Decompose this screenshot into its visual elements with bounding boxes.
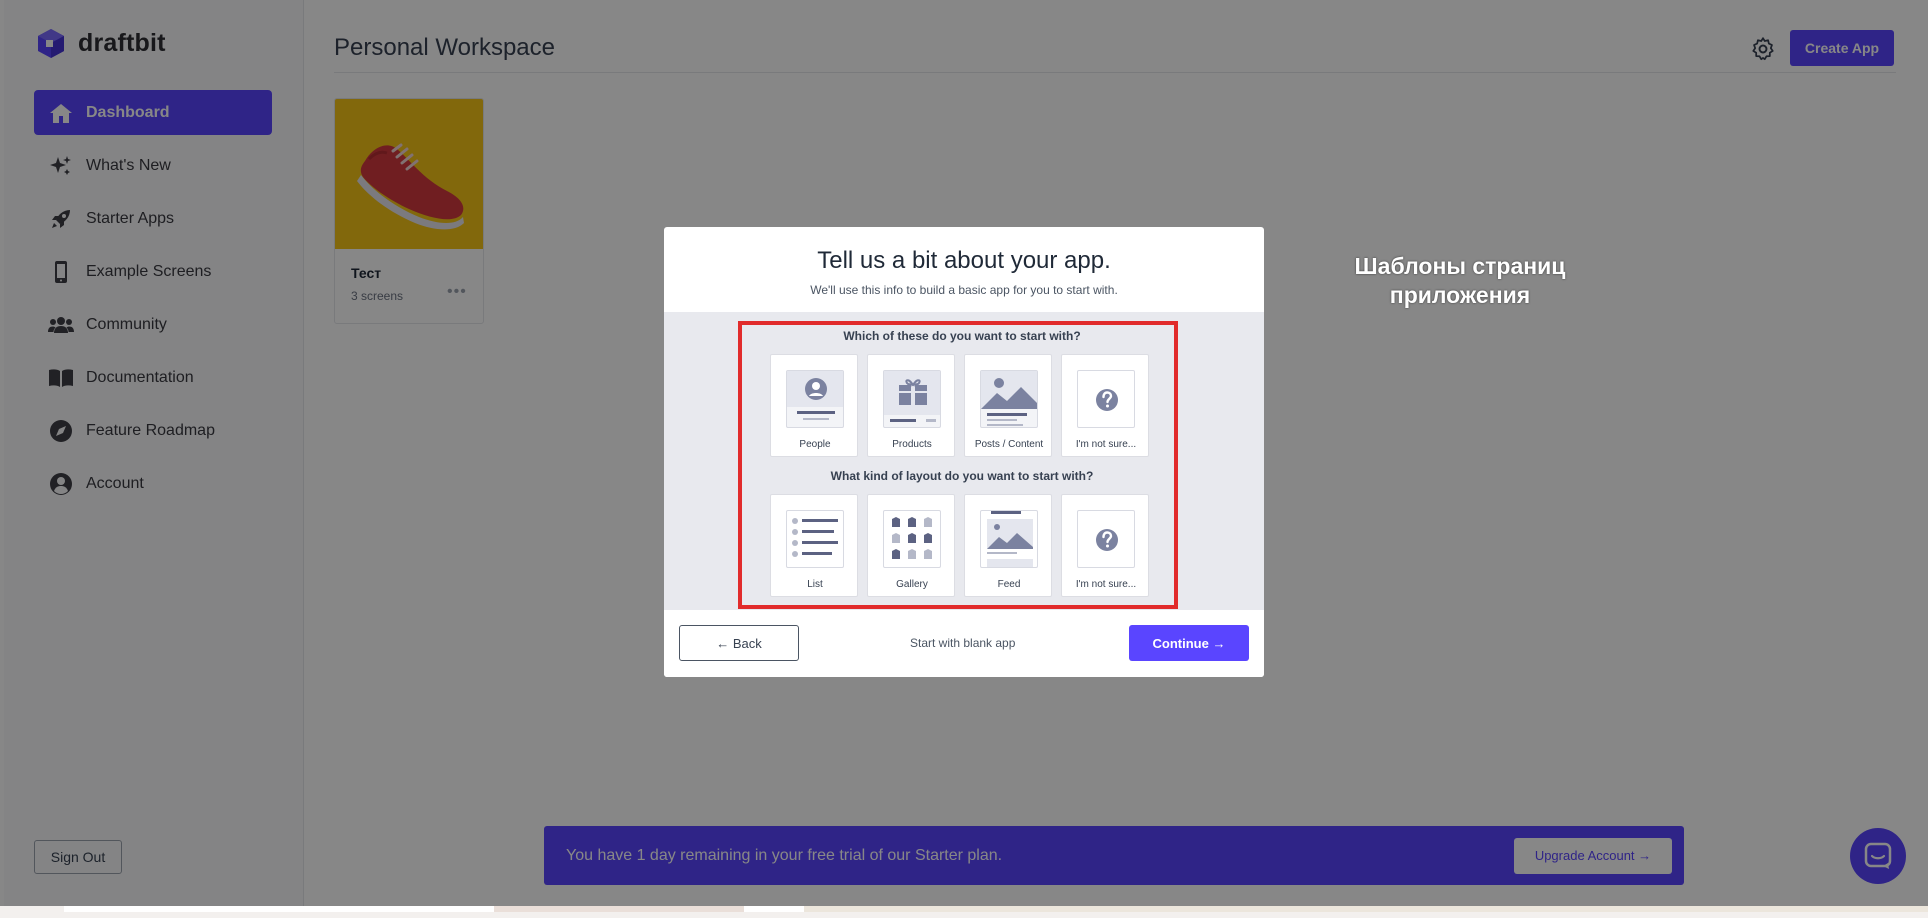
annotation-caption: Шаблоны страниц приложения [1340, 252, 1580, 310]
option-label: Products [892, 439, 932, 450]
modal-body: Which of these do you want to start with… [664, 312, 1264, 610]
modal-header: Tell us a bit about your app. We'll use … [664, 227, 1264, 312]
highlight-frame: Which of these do you want to start with… [738, 321, 1178, 609]
modal-title: Tell us a bit about your app. [817, 247, 1111, 274]
option-posts[interactable]: Posts / Content [964, 354, 1052, 457]
strip-segment [744, 906, 804, 912]
option-not-sure-content[interactable]: I'm not sure... [1061, 354, 1149, 457]
option-not-sure-layout[interactable]: I'm not sure... [1061, 494, 1149, 597]
option-label: Posts / Content [974, 439, 1044, 450]
option-list[interactable]: List [770, 494, 858, 597]
feed-layout-icon [980, 510, 1038, 568]
list-layout-icon [786, 510, 844, 568]
back-button[interactable]: ← Back [679, 625, 799, 661]
bottom-strip [0, 906, 1928, 918]
onboarding-modal: Tell us a bit about your app. We'll use … [664, 227, 1264, 677]
strip-segment [64, 906, 494, 912]
option-label: People [799, 439, 831, 450]
annotation-line-2: приложения [1389, 282, 1531, 308]
strip-segment [804, 906, 1928, 912]
question-icon [1077, 370, 1135, 428]
annotation-line-1: Шаблоны страниц [1354, 253, 1566, 279]
start-blank-link[interactable]: Start with blank app [910, 636, 1015, 650]
gallery-layout-icon [883, 510, 941, 568]
image-icon [980, 370, 1038, 428]
gift-icon [883, 370, 941, 428]
option-label: I'm not sure... [1075, 579, 1137, 590]
option-label: Feed [997, 579, 1021, 590]
option-people[interactable]: People [770, 354, 858, 457]
option-label: Gallery [896, 579, 928, 590]
people-icon [786, 370, 844, 428]
option-label: List [807, 579, 823, 590]
question-content-type: Which of these do you want to start with… [843, 329, 1081, 343]
modal-footer: ← Back Start with blank app Continue → [664, 610, 1264, 677]
question-layout-type: What kind of layout do you want to start… [830, 469, 1094, 483]
option-products[interactable]: Products [867, 354, 955, 457]
modal-subtitle: We'll use this info to build a basic app… [810, 283, 1118, 297]
app-root: draftbit Dashboard What's New Starter Ap… [0, 0, 1928, 918]
option-gallery[interactable]: Gallery [867, 494, 955, 597]
strip-segment [494, 906, 744, 912]
option-label: I'm not sure... [1075, 439, 1137, 450]
continue-button[interactable]: Continue → [1129, 625, 1249, 661]
option-feed[interactable]: Feed [964, 494, 1052, 597]
question-icon [1077, 510, 1135, 568]
